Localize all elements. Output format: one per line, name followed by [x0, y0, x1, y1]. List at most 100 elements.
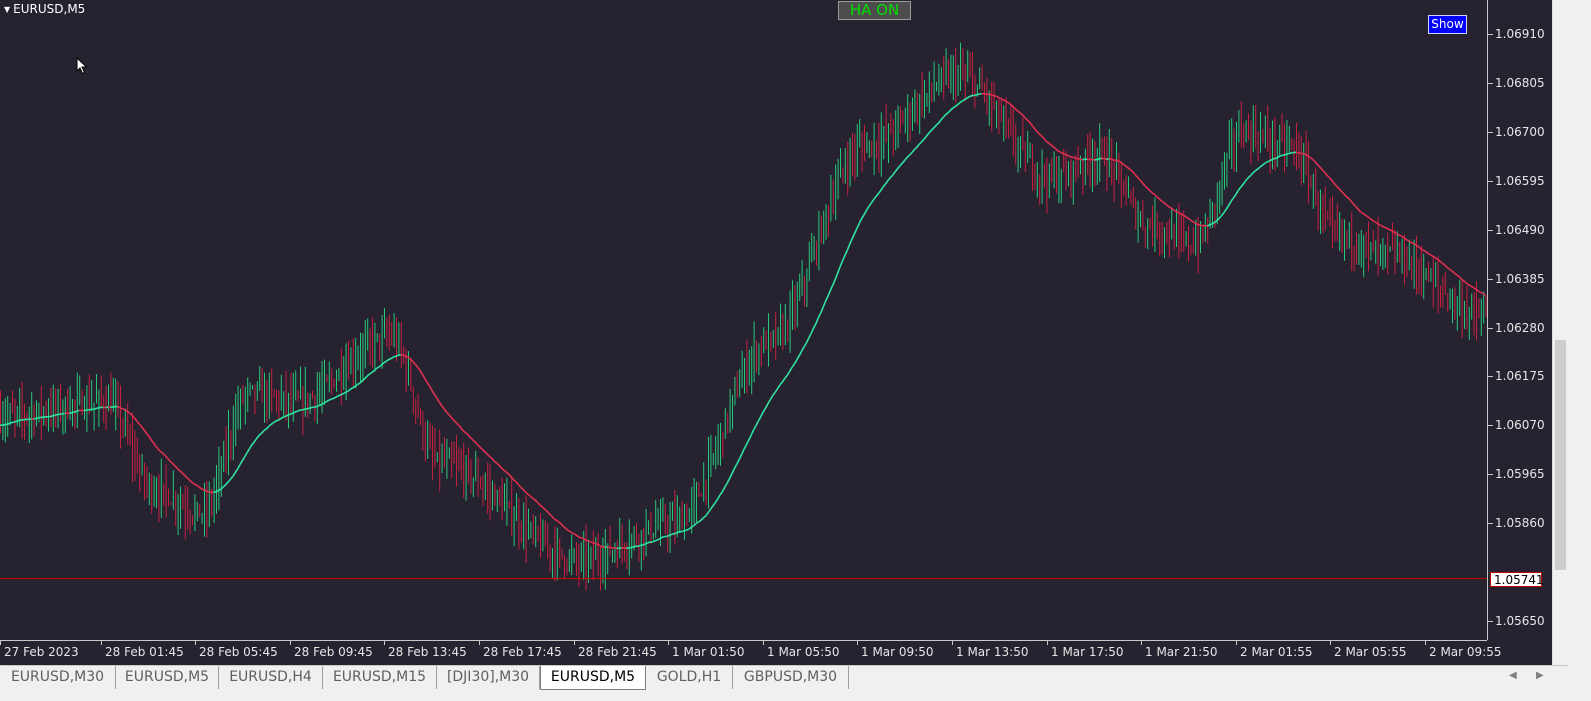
ha-line-segment [822, 300, 827, 308]
ha-line-segment [767, 399, 772, 405]
candle [338, 368, 340, 381]
candle [746, 339, 748, 394]
candle [429, 422, 431, 450]
candle [319, 372, 321, 406]
candle [427, 420, 429, 459]
candle [434, 428, 436, 468]
ha-line-segment [556, 520, 560, 524]
candle [1176, 208, 1177, 247]
vertical-scrollbar[interactable] [1552, 0, 1568, 665]
price-chart[interactable] [0, 0, 1487, 640]
candle [1048, 163, 1050, 199]
candle [381, 315, 383, 369]
candle [940, 67, 942, 93]
ha-line-segment [234, 468, 239, 474]
chart-tab[interactable]: EURUSD,M15 [323, 666, 437, 689]
ha-line-segment [436, 397, 440, 403]
ha-line-segment [757, 416, 762, 422]
candle [1370, 242, 1372, 261]
ha-line-segment [1021, 114, 1026, 119]
candle [991, 81, 993, 132]
candle [297, 390, 299, 402]
ha-line-segment [532, 497, 536, 501]
time-tick-label: 1 Mar 05:50 [767, 645, 840, 659]
ha-line-segment [469, 436, 474, 441]
price-tick-label: 1.05650 [1495, 614, 1545, 628]
ha-line-segment [95, 407, 99, 410]
ha-line-segment [745, 439, 750, 446]
candle [1377, 216, 1379, 276]
ha-line-segment [568, 530, 572, 533]
candle [1036, 162, 1038, 198]
ha-line-segment [333, 396, 337, 400]
triangle-down-icon[interactable]: ▼ [4, 5, 10, 14]
ha-line-segment [1235, 189, 1240, 195]
ha-line-segment [834, 273, 839, 280]
arrow-left-icon[interactable]: ◀ [1509, 670, 1517, 681]
chart-window[interactable]: ▼ EURUSD,M5 HA ON Show 1.05741 1.06910 1.… [0, 0, 1552, 665]
chart-tab[interactable]: [DJI30],M30 [437, 666, 540, 689]
chart-tab[interactable]: EURUSD,M5 [540, 666, 646, 690]
ha-line-segment [1232, 193, 1237, 199]
candle [1255, 104, 1257, 148]
ha-line-segment [1422, 249, 1426, 253]
candle [688, 508, 690, 522]
candle [1058, 156, 1060, 204]
ha-toggle-button[interactable]: HA ON [838, 1, 911, 20]
candle [693, 478, 695, 524]
ha-line-segment [784, 374, 788, 379]
ha-line-segment [1465, 282, 1470, 286]
ha-line-segment [1386, 227, 1390, 231]
ha-line-segment [440, 405, 445, 410]
time-scale[interactable]: 27 Feb 2023 28 Feb 01:45 28 Feb 05:45 28 Fe… [0, 640, 1502, 665]
ha-line-segment [657, 537, 661, 541]
candle [655, 499, 657, 538]
candle [739, 369, 741, 398]
candle [213, 477, 215, 523]
chart-tab[interactable]: GBPUSD,M30 [733, 666, 849, 689]
chart-tab[interactable]: EURUSD,M30 [0, 666, 116, 689]
candle [1310, 175, 1312, 189]
candle [1032, 144, 1033, 191]
ha-line-segment [1079, 158, 1083, 161]
chart-tab[interactable]: EURUSD,H4 [219, 666, 323, 689]
ha-line-segment [1355, 206, 1359, 211]
ha-line-segment [1382, 225, 1386, 229]
scrollbar-thumb[interactable] [1555, 340, 1566, 570]
candle [220, 456, 222, 497]
ha-line-segment [155, 445, 160, 451]
chart-tab[interactable]: GOLD,H1 [646, 666, 733, 689]
candle [645, 508, 647, 557]
candle [967, 50, 969, 83]
arrow-right-icon[interactable]: ▶ [1536, 670, 1544, 681]
plot-area[interactable]: ▼ EURUSD,M5 HA ON Show [0, 0, 1487, 640]
candle [175, 491, 177, 527]
ha-line-segment [1288, 152, 1292, 155]
ha-line-segment [674, 532, 678, 535]
ha-line-segment [1058, 150, 1062, 154]
ha-line-segment [662, 535, 665, 538]
price-tick-label: 1.06700 [1495, 125, 1545, 139]
price-tick [1488, 523, 1493, 524]
show-button[interactable]: Show [1428, 15, 1467, 34]
candle [1161, 222, 1163, 255]
candle [631, 533, 633, 559]
ha-line-segment [1266, 160, 1270, 163]
time-tick [290, 641, 291, 645]
ha-line-segment [246, 448, 251, 453]
time-tick [0, 641, 1, 645]
chart-tab[interactable]: EURUSD,M5 [116, 666, 219, 689]
symbol-label[interactable]: ▼ EURUSD,M5 [4, 2, 85, 16]
ha-line-segment [563, 526, 567, 530]
candle [1164, 227, 1165, 259]
candle [1221, 161, 1223, 206]
candle [1351, 211, 1353, 272]
price-tick [1488, 279, 1493, 280]
candle [225, 426, 227, 474]
ha-line-segment [755, 420, 760, 427]
ha-line-segment [282, 415, 286, 418]
ha-line-segment [527, 493, 531, 497]
ha-line-segment [520, 486, 524, 491]
candle [283, 391, 285, 417]
price-scale[interactable]: 1.05741 1.06910 1.06805 1.06700 1.06595 1.06… [1487, 0, 1552, 640]
